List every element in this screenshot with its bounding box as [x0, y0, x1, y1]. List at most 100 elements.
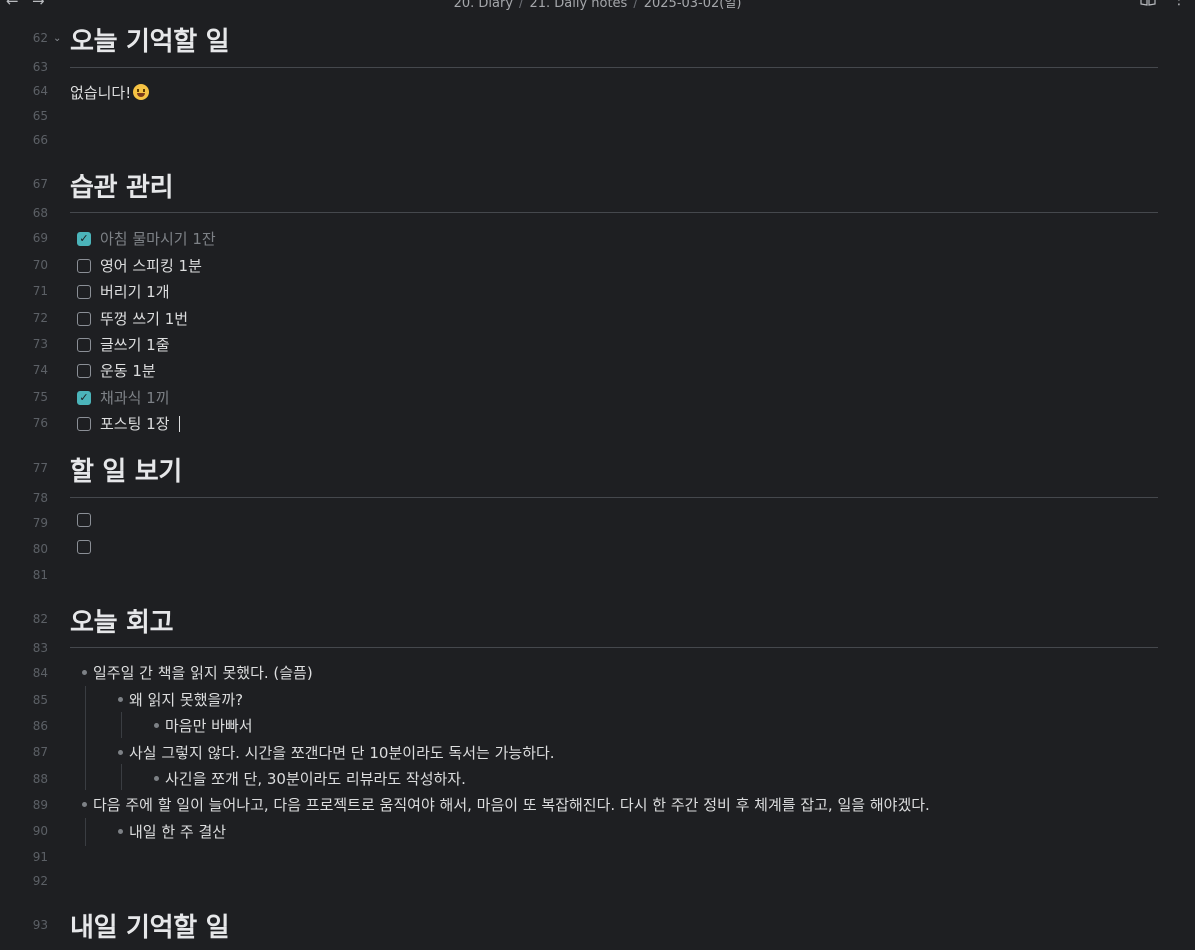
checkbox[interactable] — [77, 311, 91, 326]
chevron-down-icon[interactable]: ⌄ — [53, 33, 61, 44]
line-number: 87 — [32, 745, 48, 759]
checkbox[interactable] — [77, 258, 91, 273]
line-number: 81 — [32, 568, 48, 582]
task-label: 영어 스피킹 1분 — [100, 257, 202, 275]
breadcrumb: 20. Diary / 21. Daily notes / 2025-03-02(일) — [0, 0, 1195, 11]
checkbox[interactable] — [77, 513, 91, 527]
breadcrumb-separator: / — [633, 0, 638, 11]
list-item: 사긴을 쪼개 단, 30분이라도 리뷰라도 작성하자. — [154, 768, 466, 789]
list-item: 내일 한 주 결산 — [118, 821, 226, 842]
heading-divider — [70, 497, 1158, 498]
bullet-dot[interactable] — [118, 750, 123, 755]
list-item: 일주일 간 책을 읽지 못했다. (슬픔) — [82, 662, 313, 683]
list-item-text: 내일 한 주 결산 — [129, 823, 227, 841]
line-number: 91 — [32, 850, 48, 864]
task-item[interactable]: 운동 1분 — [77, 360, 156, 381]
checkbox-checked[interactable]: ✓ — [77, 231, 91, 246]
task-item[interactable]: ✓ 아침 물마시기 1잔 — [77, 228, 216, 249]
book-open-icon[interactable] — [1140, 0, 1156, 10]
paragraph-text: 없습니다! — [70, 84, 132, 102]
task-label: 글쓰기 1줄 — [100, 336, 170, 354]
heading-retro: 오늘 회고 — [70, 608, 174, 638]
line-number: 90 — [32, 824, 48, 838]
heading-divider — [70, 212, 1158, 213]
line-number: 93 — [32, 918, 48, 932]
checkbox[interactable] — [77, 540, 91, 554]
breadcrumb-item-daily-notes[interactable]: 21. Daily notes — [529, 0, 627, 11]
line-number: 74 — [32, 363, 48, 377]
indent-guide — [85, 686, 86, 790]
line-number: 73 — [32, 337, 48, 351]
bullet-dot[interactable] — [118, 829, 123, 834]
list-item: 다음 주에 할 일이 늘어나고, 다음 프로젝트로 움직여야 해서, 마음이 또… — [82, 794, 930, 815]
line-number: 72 — [32, 311, 48, 325]
task-label: 아침 물마시기 1잔 — [100, 230, 216, 248]
task-label: 뚜껑 쓰기 1번 — [100, 310, 189, 328]
top-bar: ← → 20. Diary/21. Daily notes/2025-03-02… — [0, 0, 1195, 11]
grinning-face-icon — [133, 84, 150, 100]
task-label: 포스팅 1장 — [100, 415, 170, 433]
bullet-dot[interactable] — [154, 723, 159, 728]
line-number: 80 — [32, 542, 48, 556]
task-label: 운동 1분 — [100, 362, 156, 380]
line-number: 71 — [32, 284, 48, 298]
list-item-text: 사긴을 쪼개 단, 30분이라도 리뷰라도 작성하자. — [165, 770, 466, 788]
line-number: 88 — [32, 772, 48, 786]
task-item[interactable]: 포스팅 1장 — [77, 413, 180, 434]
line-number: 84 — [32, 666, 48, 680]
indent-guide — [121, 764, 122, 790]
breadcrumb-item-diary[interactable]: 20. Diary — [454, 0, 513, 11]
list-item: 왜 읽지 못했을까? — [118, 689, 243, 710]
heading-remember-tomorrow: 내일 기억할 일 — [70, 913, 230, 943]
task-item[interactable] — [77, 513, 100, 527]
checkbox[interactable] — [77, 416, 91, 431]
heading-divider — [70, 67, 1158, 68]
list-item: 사실 그렇지 않다. 시간을 쪼갠다면 단 10분이라도 독서는 가능하다. — [118, 742, 555, 763]
line-number: 75 — [32, 390, 48, 404]
list-item-text: 사실 그렇지 않다. 시간을 쪼갠다면 단 10분이라도 독서는 가능하다. — [129, 744, 555, 762]
breadcrumb-separator: / — [519, 0, 524, 11]
line-number: 78 — [32, 491, 48, 505]
checkbox[interactable] — [77, 337, 91, 352]
line-number: 68 — [32, 206, 48, 220]
line-number: 77 — [32, 461, 48, 475]
task-item[interactable] — [77, 540, 100, 554]
bullet-dot[interactable] — [82, 670, 87, 675]
indent-guide — [85, 818, 86, 846]
line-number: 65 — [32, 109, 48, 123]
checkbox[interactable] — [77, 363, 91, 378]
bullet-dot[interactable] — [118, 697, 123, 702]
checkbox[interactable] — [77, 284, 91, 299]
checkbox-checked[interactable]: ✓ — [77, 390, 91, 405]
list-item-text: 왜 읽지 못했을까? — [129, 691, 244, 709]
task-item[interactable]: ✓ 채과식 1끼 — [77, 387, 170, 408]
bullet-dot[interactable] — [154, 776, 159, 781]
heading-todo: 할 일 보기 — [70, 457, 182, 487]
more-vertical-icon[interactable]: ⋮ — [1172, 0, 1186, 8]
line-number: 85 — [32, 693, 48, 707]
heading-divider — [70, 647, 1158, 648]
text-cursor — [178, 415, 180, 432]
line-number: 83 — [32, 641, 48, 655]
task-item[interactable]: 버리기 1개 — [77, 281, 170, 302]
line-number: 76 — [32, 416, 48, 430]
line-number: 62 — [32, 31, 48, 45]
list-item: 마음만 바빠서 — [154, 715, 253, 736]
line-number: 66 — [32, 133, 48, 147]
task-item[interactable]: 영어 스피킹 1분 — [77, 255, 202, 276]
heading-remember-today: 오늘 기억할 일 — [70, 27, 230, 57]
list-item-text: 다음 주에 할 일이 늘어나고, 다음 프로젝트로 움직여야 해서, 마음이 또… — [93, 796, 930, 814]
line-number: 92 — [32, 874, 48, 888]
breadcrumb-item-note[interactable]: 2025-03-02(일) — [644, 0, 742, 11]
line-number: 70 — [32, 258, 48, 272]
line-number: 69 — [32, 231, 48, 245]
task-item[interactable]: 글쓰기 1줄 — [77, 334, 170, 355]
heading-habits: 습관 관리 — [70, 173, 174, 203]
line-number: 64 — [32, 84, 48, 98]
task-item[interactable]: 뚜껑 쓰기 1번 — [77, 308, 188, 329]
bullet-dot[interactable] — [82, 802, 87, 807]
line-number: 63 — [32, 60, 48, 74]
line-number: 82 — [32, 612, 48, 626]
line-number: 86 — [32, 719, 48, 733]
line-number: 67 — [32, 177, 48, 191]
